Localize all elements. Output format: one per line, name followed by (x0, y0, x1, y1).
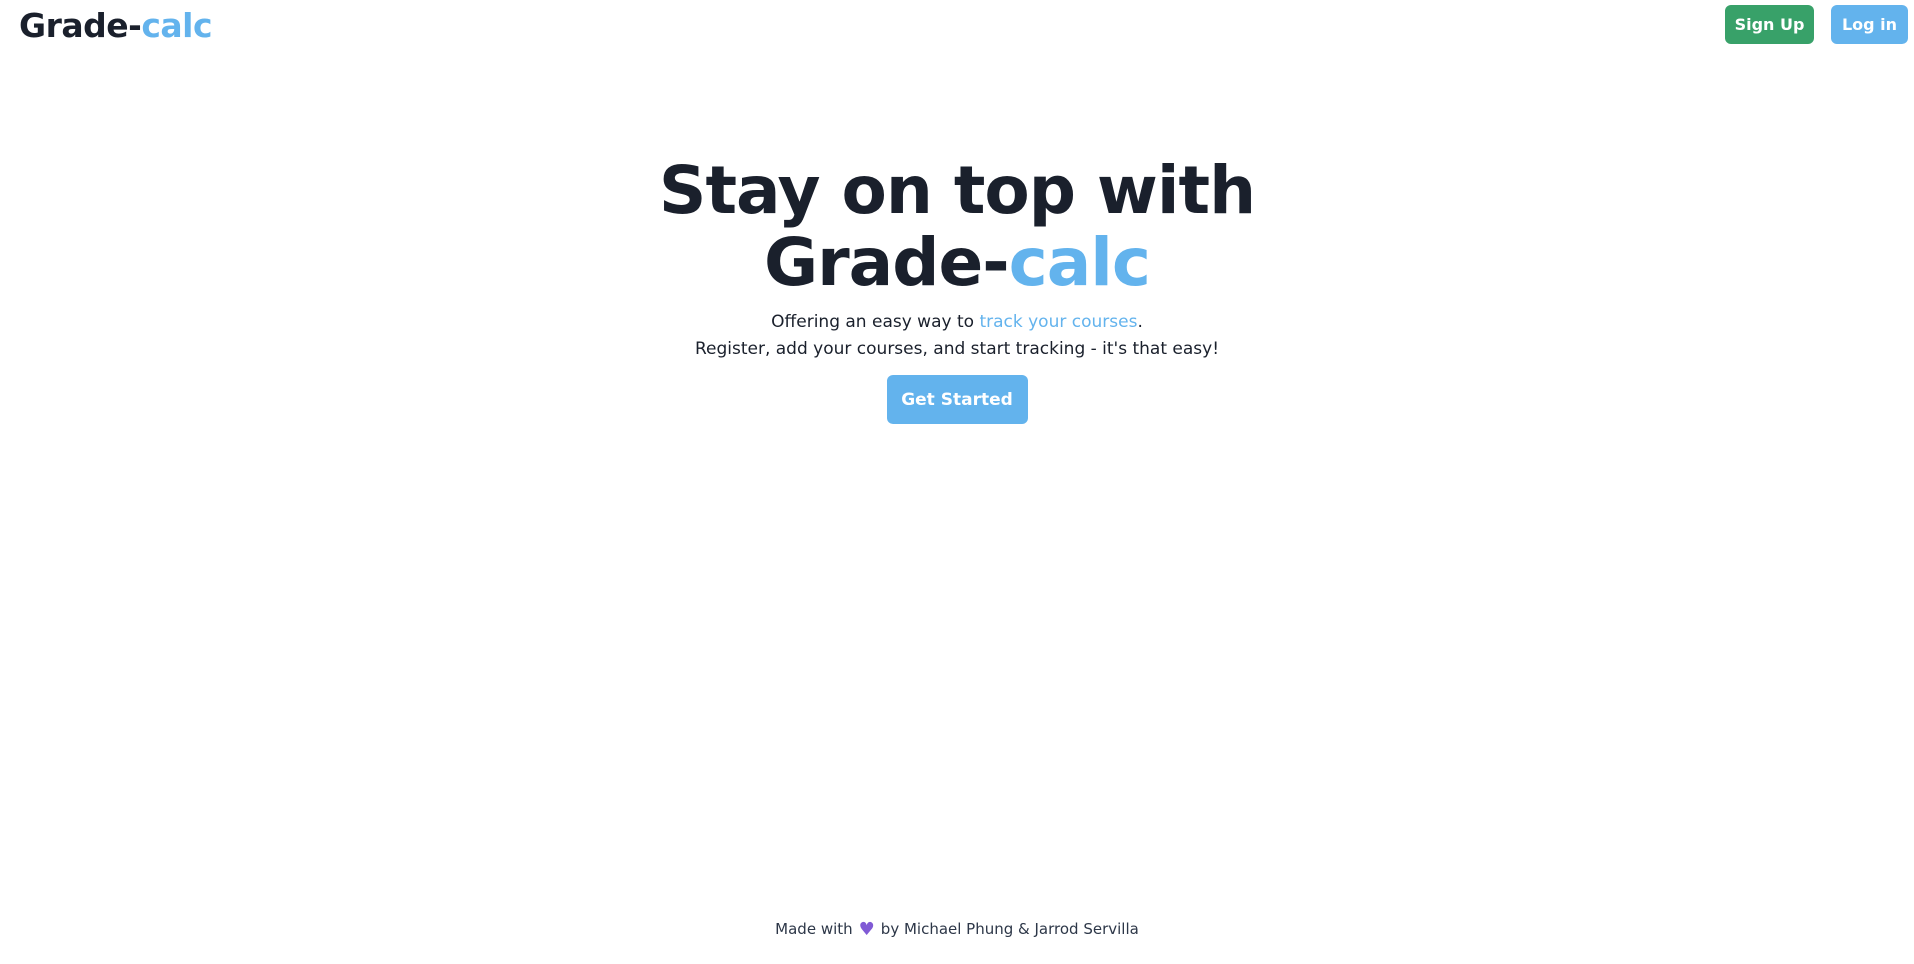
landing-page: Grade-calc Sign Up Log in Stay on top wi… (0, 0, 1914, 964)
logo[interactable]: Grade-calc (19, 6, 213, 46)
logo-accent-text: calc (141, 6, 213, 45)
footer: Made with ♥ by Michael Phung & Jarrod Serv… (0, 918, 1914, 941)
footer-credits: by Michael Phung & Jarrod Servilla (880, 920, 1139, 938)
hero-title-accent: calc (1008, 224, 1151, 301)
hero-title-line1: Stay on top with (658, 152, 1256, 229)
sign-up-button[interactable]: Sign Up (1725, 5, 1814, 44)
log-in-button[interactable]: Log in (1831, 5, 1908, 44)
footer-prefix: Made with (775, 920, 853, 938)
hero-title-main: Grade- (763, 224, 1010, 301)
top-nav: Grade-calc Sign Up Log in (0, 0, 1914, 52)
track-courses-link[interactable]: track your courses (979, 312, 1137, 332)
hero-sub-line2: Register, add your courses, and start tr… (694, 339, 1220, 359)
hero-sub-suffix: . (1137, 312, 1143, 332)
hero-sub-prefix: Offering an easy way to (771, 312, 980, 332)
hero-section: Stay on top with Grade-calc Offering an … (0, 155, 1914, 424)
hero-subtitle: Offering an easy way to track your cours… (0, 309, 1914, 363)
heart-icon: ♥ (858, 919, 875, 940)
get-started-button[interactable]: Get Started (886, 375, 1028, 424)
logo-main-text: Grade- (19, 6, 142, 45)
hero-title: Stay on top with Grade-calc (0, 155, 1914, 299)
